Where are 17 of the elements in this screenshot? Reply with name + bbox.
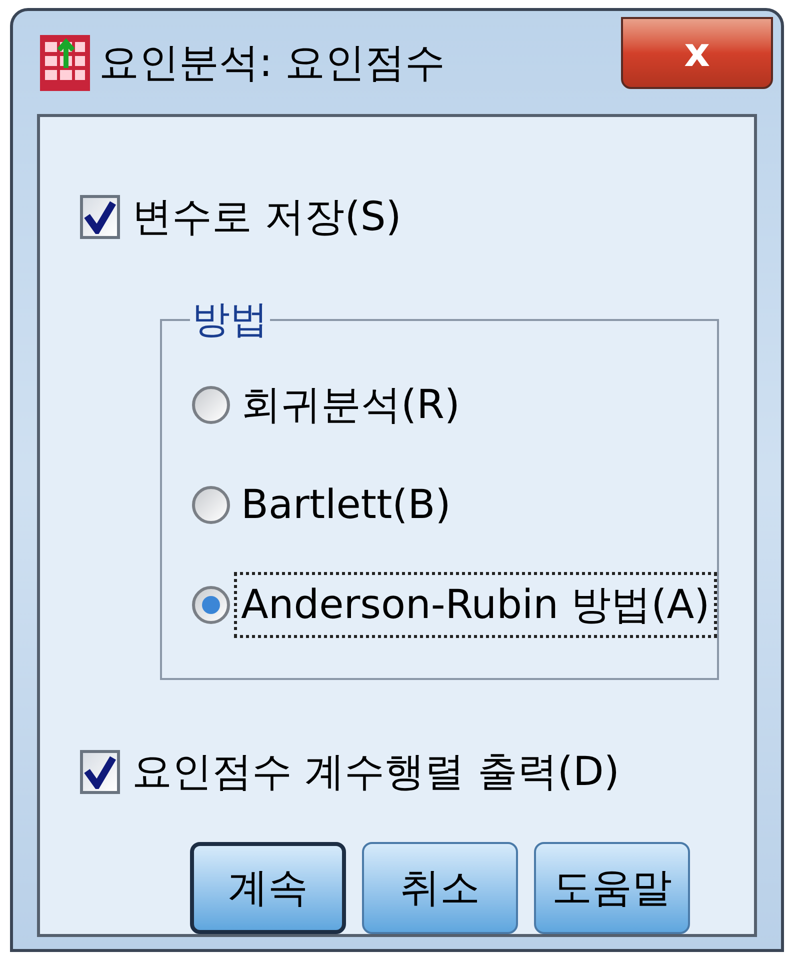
radio-label: Anderson-Rubin 방법(A) — [234, 572, 717, 638]
radio-button[interactable] — [192, 586, 230, 624]
radio-label: 회귀분석(R) — [240, 381, 462, 430]
radio-label: Bartlett(B) — [240, 481, 452, 530]
close-button[interactable]: x — [621, 17, 773, 89]
grid-icon — [39, 34, 91, 92]
dialog-button[interactable]: 도움말 — [534, 842, 690, 934]
dialog-button[interactable]: 취소 — [362, 842, 518, 934]
radio-button[interactable] — [192, 386, 230, 424]
checkbox-label: 변수로 저장(S) — [132, 193, 402, 242]
window-title: 요인분석: 요인점수 — [99, 38, 446, 88]
dialog-button[interactable]: 계속 — [190, 842, 346, 934]
checkbox-label: 요인점수 계수행렬 출력(D) — [132, 748, 620, 797]
group-legend: 방법 — [190, 291, 270, 348]
checkbox[interactable] — [80, 195, 120, 239]
checkbox[interactable] — [80, 750, 120, 794]
radio-button[interactable] — [192, 486, 230, 524]
